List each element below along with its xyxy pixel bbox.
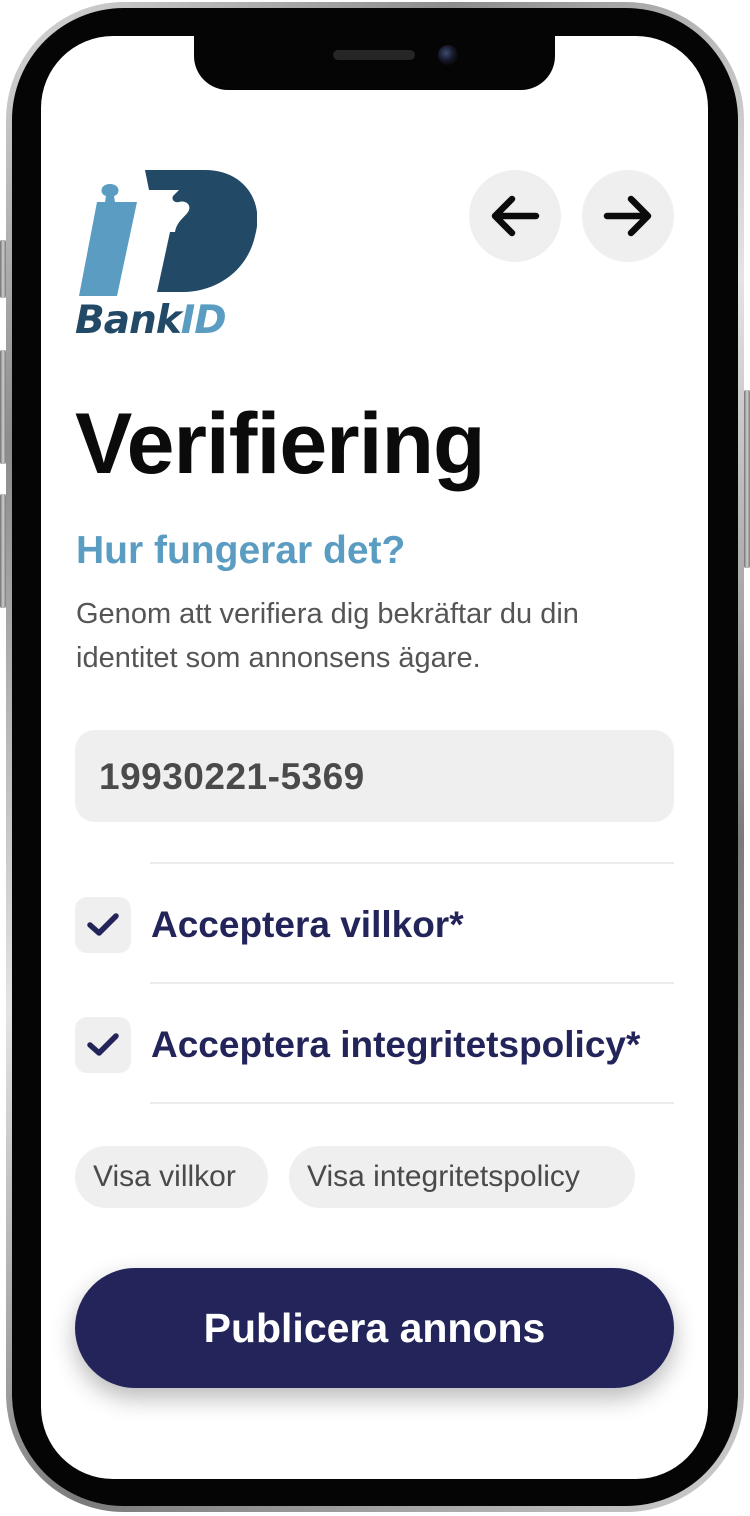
accept-privacy-label: Acceptera integritetspolicy* bbox=[151, 1024, 641, 1065]
accept-terms-row[interactable]: Acceptera villkor* bbox=[75, 897, 674, 953]
bankid-wordmark-bank: Bank bbox=[75, 298, 182, 343]
bankid-wordmark-id: ID bbox=[180, 298, 227, 343]
accept-terms-checkbox[interactable] bbox=[75, 897, 131, 953]
checkmark-icon bbox=[87, 1033, 119, 1056]
notch bbox=[194, 36, 555, 90]
back-button[interactable] bbox=[469, 170, 561, 262]
volume-up-button bbox=[0, 350, 6, 464]
bankid-mark-icon bbox=[79, 170, 257, 296]
divider bbox=[150, 982, 674, 984]
accept-privacy-row[interactable]: Acceptera integritetspolicy* bbox=[75, 1017, 674, 1073]
checkmark-icon bbox=[87, 913, 119, 936]
show-terms-chip[interactable]: Visa villkor bbox=[75, 1146, 268, 1208]
volume-down-button bbox=[0, 494, 6, 608]
bankid-wordmark: BankID bbox=[75, 296, 227, 346]
accept-privacy-checkbox[interactable] bbox=[75, 1017, 131, 1073]
front-camera bbox=[438, 45, 458, 65]
how-it-works-heading: Hur fungerar det? bbox=[76, 529, 406, 572]
silent-switch bbox=[0, 240, 6, 298]
description-text: Genom att verifiera dig bekräftar du din… bbox=[76, 598, 579, 674]
arrow-right-icon bbox=[603, 195, 652, 237]
accept-terms-label: Acceptera villkor* bbox=[151, 904, 464, 945]
personal-number-field[interactable] bbox=[75, 730, 674, 824]
page-title: Verifiering bbox=[75, 396, 486, 492]
power-button bbox=[744, 390, 750, 568]
arrow-left-icon bbox=[491, 195, 540, 237]
show-privacy-policy-chip[interactable]: Visa integritetspolicy bbox=[289, 1146, 635, 1208]
publish-ad-button[interactable]: Publicera annons bbox=[75, 1268, 674, 1388]
bankid-logo: BankID bbox=[75, 170, 257, 346]
personal-number-input[interactable] bbox=[97, 730, 656, 824]
divider bbox=[150, 1102, 674, 1104]
forward-button[interactable] bbox=[582, 170, 674, 262]
app-screen: BankID Verifiering Hur fungerar det? Gen… bbox=[41, 36, 708, 1479]
divider bbox=[150, 862, 674, 864]
speaker-grille bbox=[333, 50, 415, 60]
